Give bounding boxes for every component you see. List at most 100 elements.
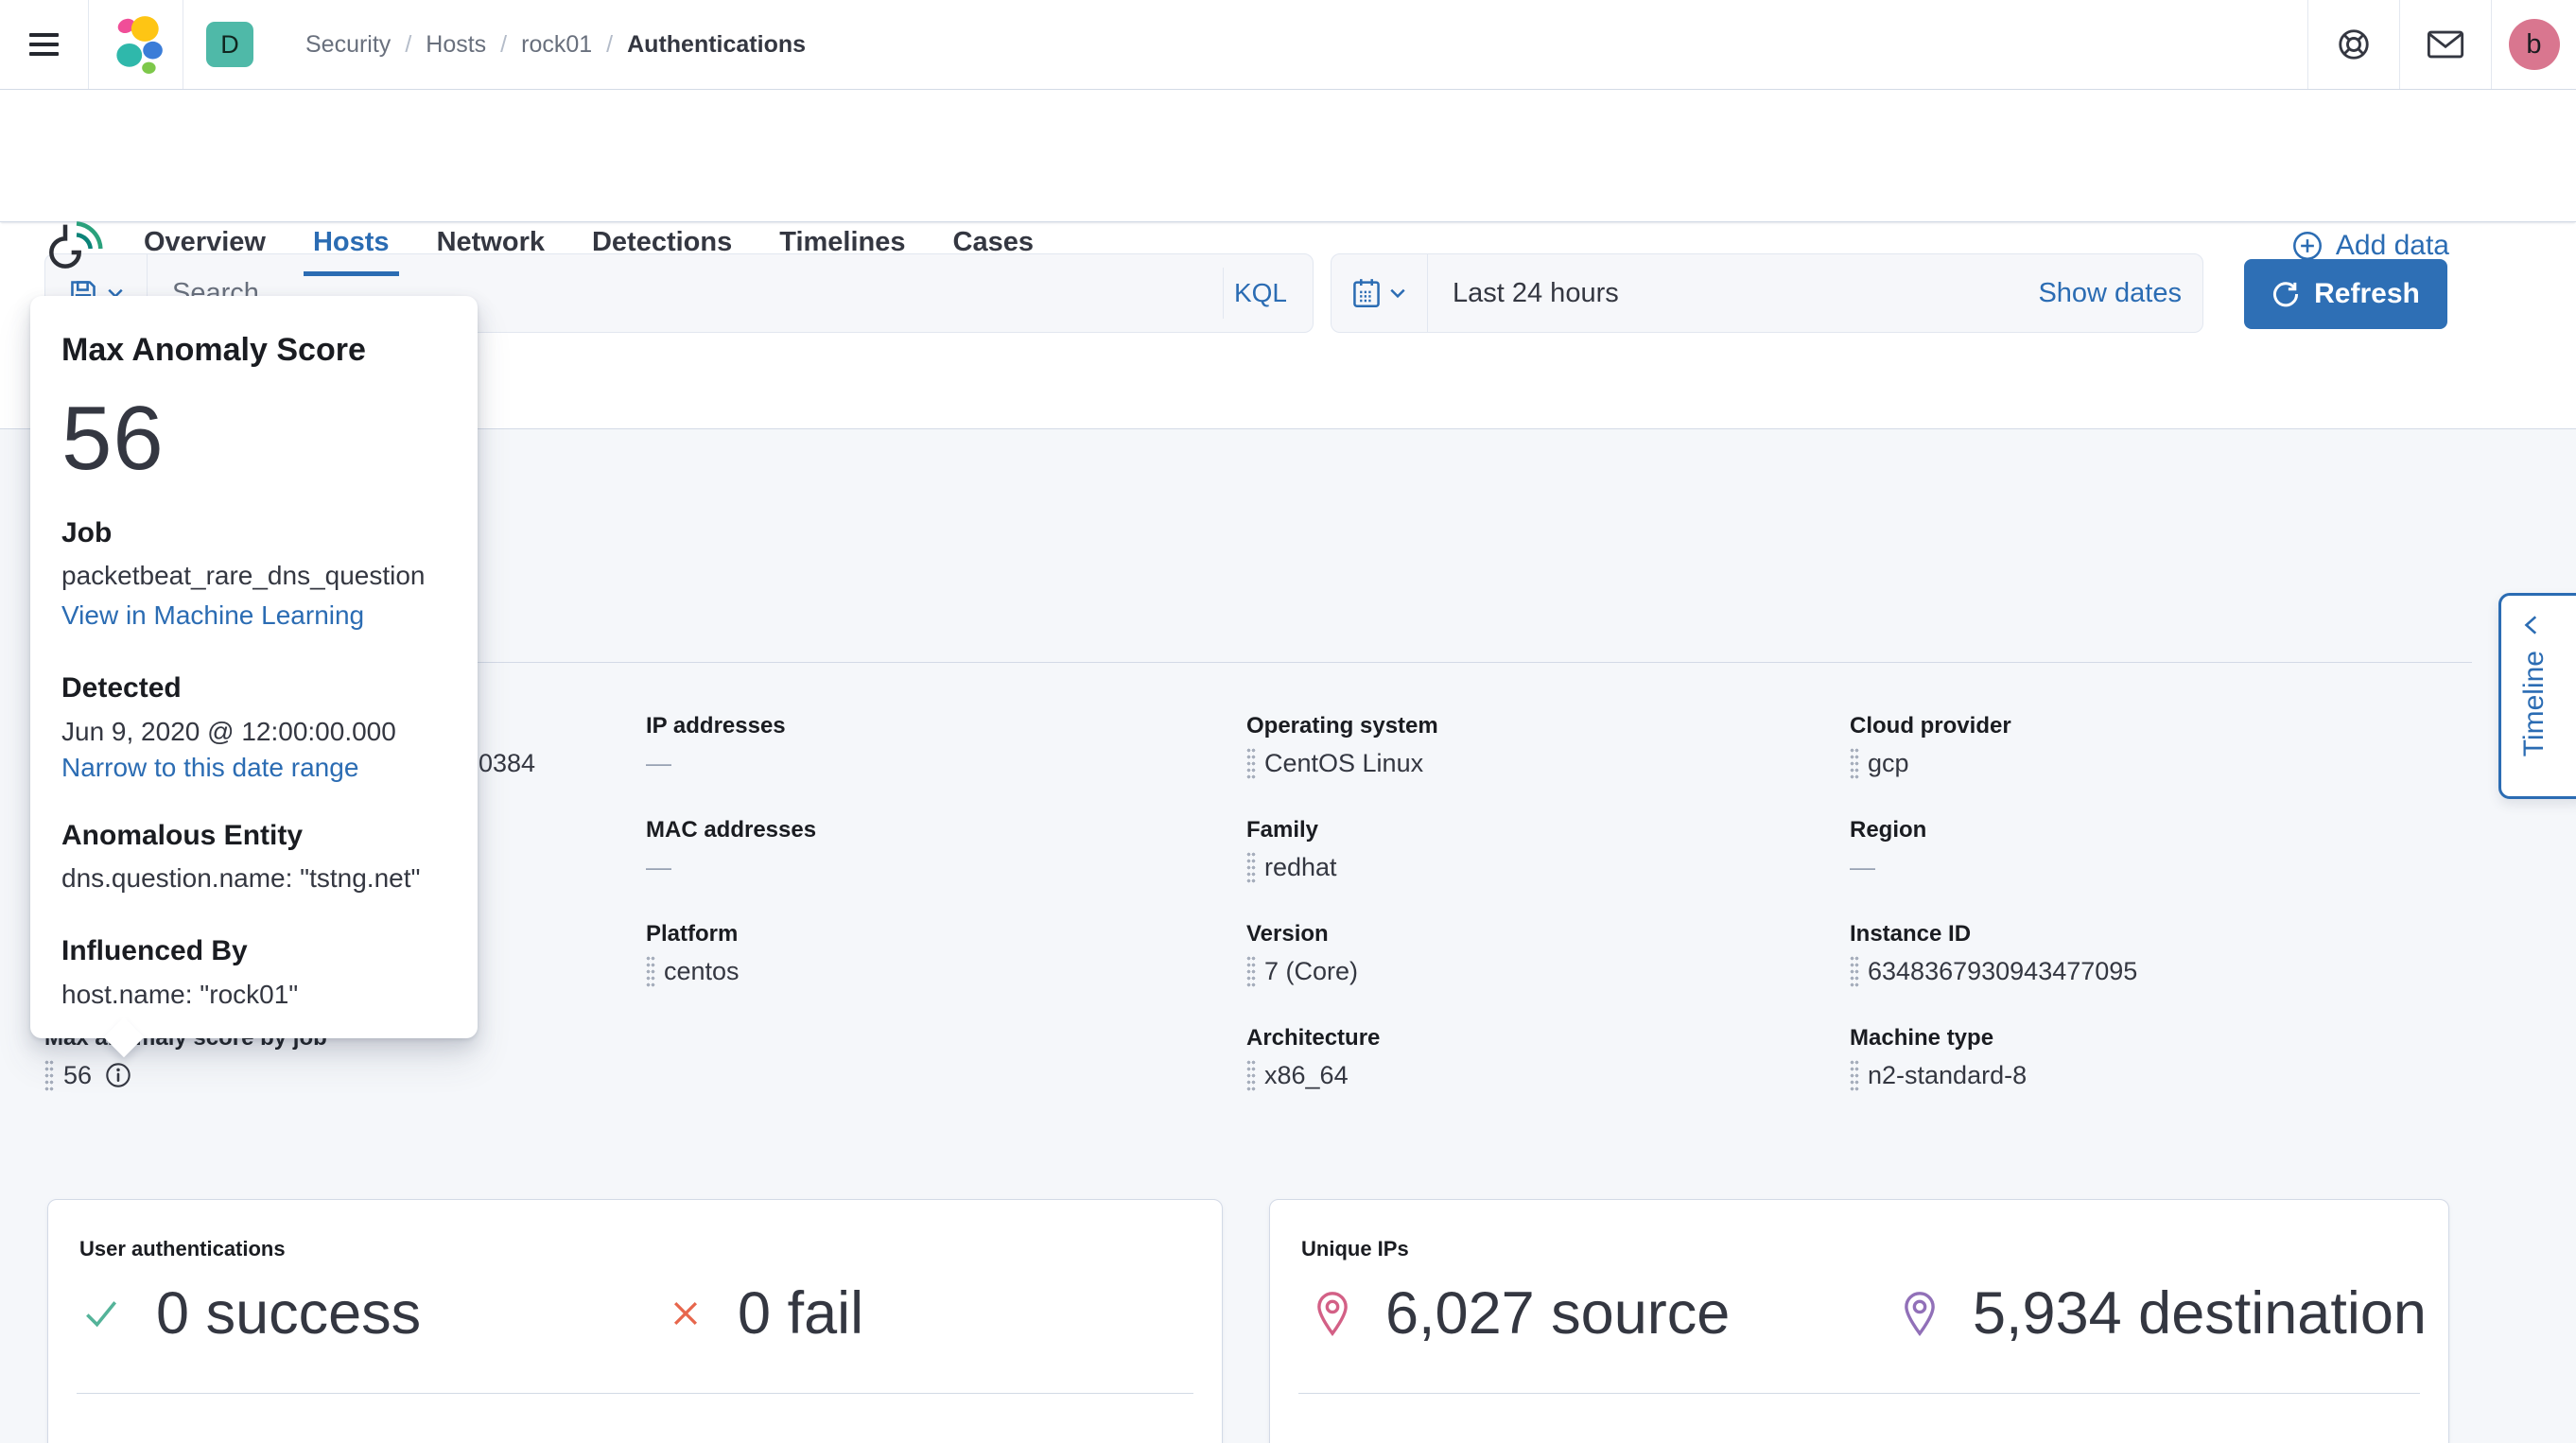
breadcrumb-authentications: Authentications xyxy=(627,30,807,58)
drag-handle-icon[interactable] xyxy=(44,1059,54,1091)
app-navbar: Overview Hosts Network Detections Timeli… xyxy=(0,90,2576,276)
info-icon[interactable] xyxy=(105,1062,131,1088)
drag-handle-icon[interactable] xyxy=(1246,851,1256,883)
field-mac-addresses: MAC addresses — xyxy=(646,817,817,881)
mail-icon xyxy=(2427,30,2464,59)
check-icon xyxy=(86,1301,117,1328)
add-data-label: Add data xyxy=(2335,230,2449,261)
space-avatar: D xyxy=(206,22,253,67)
breadcrumb-rock01[interactable]: rock01 xyxy=(521,31,592,59)
add-data-button[interactable]: Add data xyxy=(2292,230,2449,262)
drag-handle-icon[interactable] xyxy=(646,955,655,987)
popover-score: 56 xyxy=(61,388,165,489)
menu-button[interactable] xyxy=(0,0,88,89)
breadcrumb-separator: / xyxy=(606,30,614,58)
tab-cases[interactable]: Cases xyxy=(944,227,1043,276)
field-platform: Platform centos xyxy=(646,921,740,987)
help-button[interactable] xyxy=(2308,0,2399,89)
timeline-flyout-button[interactable]: Timeline xyxy=(2498,593,2576,799)
elastic-logo-icon xyxy=(115,16,163,74)
elastic-home-button[interactable] xyxy=(89,0,183,89)
source-pin-icon xyxy=(1317,1292,1348,1336)
unique-source-ips-stat: 6,027 source xyxy=(1314,1280,1730,1347)
field-region: Region — xyxy=(1850,817,1927,881)
card-divider xyxy=(77,1393,1193,1394)
refresh-button[interactable]: Refresh xyxy=(2244,259,2447,329)
drag-handle-icon[interactable] xyxy=(1850,1059,1859,1091)
help-icon xyxy=(2339,29,2369,60)
kql-language-button[interactable]: KQL xyxy=(1234,254,1287,332)
job-heading: Job xyxy=(61,517,113,548)
refresh-icon xyxy=(2273,282,2299,307)
detected-heading: Detected xyxy=(61,672,182,704)
tab-network[interactable]: Network xyxy=(427,227,554,276)
popover-title: Max Anomaly Score xyxy=(61,332,366,368)
field-instance-id: Instance ID 6348367930943477095 xyxy=(1850,921,2138,987)
drag-handle-icon[interactable] xyxy=(1850,747,1859,779)
cross-icon xyxy=(673,1301,698,1326)
anomaly-score-text: 56 xyxy=(63,1061,93,1089)
destination-pin-icon xyxy=(1905,1292,1935,1336)
chevron-left-icon xyxy=(2524,616,2537,635)
influenced-by-heading: Influenced By xyxy=(61,935,248,966)
job-value: packetbeat_rare_dns_question xyxy=(61,561,426,590)
auth-success-stat: 0 success xyxy=(80,1280,421,1347)
field-machine-type: Machine type n2-standard-8 xyxy=(1850,1025,2028,1091)
drag-handle-icon[interactable] xyxy=(1850,955,1859,987)
field-ip-addresses: IP addresses — xyxy=(646,713,786,777)
breadcrumb: Security / Hosts / rock01 / Authenticati… xyxy=(305,31,806,59)
max-anomaly-score-value: 56 xyxy=(44,1058,131,1092)
influenced-by-value: host.name: "rock01" xyxy=(61,980,299,1009)
card-title: Unique IPs xyxy=(1301,1237,1409,1260)
plus-circle-icon xyxy=(2292,232,2322,260)
field-operating-system: Operating system CentOS Linux xyxy=(1246,713,1438,779)
section-tabs: Overview Hosts Network Detections Timeli… xyxy=(134,227,1043,276)
breadcrumb-separator: / xyxy=(500,30,508,58)
timeline-label: Timeline xyxy=(2518,651,2550,757)
top-chrome-bar: D Security / Hosts / rock01 / Authentica… xyxy=(0,0,2576,90)
divider xyxy=(1223,268,1224,319)
user-avatar: b xyxy=(2508,19,2560,70)
field-cloud-provider: Cloud provider gcp xyxy=(1850,713,2011,779)
refresh-label: Refresh xyxy=(2314,278,2420,309)
show-dates-button[interactable]: Show dates xyxy=(2038,278,2182,309)
siem-logo-icon xyxy=(49,221,103,269)
topbar-actions: b xyxy=(2307,0,2576,89)
tab-hosts[interactable]: Hosts xyxy=(303,227,399,276)
unique-ips-card: Unique IPs 6,027 source 5,934 destinatio… xyxy=(1269,1199,2449,1443)
card-divider xyxy=(1298,1393,2420,1394)
date-quick-select-button[interactable] xyxy=(1332,254,1428,332)
card-title: User authentications xyxy=(79,1237,286,1260)
anomalous-entity-value: dns.question.name: "tstng.net" xyxy=(61,863,421,893)
drag-handle-icon[interactable] xyxy=(1246,747,1256,779)
host-id-value-fragment: 0384 xyxy=(479,749,536,777)
narrow-date-range-link[interactable]: Narrow to this date range xyxy=(61,752,455,784)
date-range-value[interactable]: Last 24 hours xyxy=(1453,278,1619,309)
breadcrumb-separator: / xyxy=(405,30,412,58)
newsfeed-button[interactable] xyxy=(2400,0,2491,89)
breadcrumb-security[interactable]: Security xyxy=(305,31,391,59)
drag-handle-icon[interactable] xyxy=(1246,1059,1256,1091)
security-host-authentications-page: D Security / Hosts / rock01 / Authentica… xyxy=(0,0,2576,1443)
breadcrumb-hosts[interactable]: Hosts xyxy=(426,31,486,59)
user-menu-button[interactable]: b xyxy=(2492,0,2576,89)
detected-value: Jun 9, 2020 @ 12:00:00.000 xyxy=(61,717,396,746)
anomalous-entity-heading: Anomalous Entity xyxy=(61,820,304,851)
field-family: Family redhat xyxy=(1246,817,1337,883)
field-version: Version 7 (Core) xyxy=(1246,921,1359,987)
auth-fail-stat: 0 fail xyxy=(668,1280,863,1347)
calendar-icon xyxy=(1353,279,1380,307)
anomaly-score-popover: Max Anomaly Score 56 Job packetbeat_rare… xyxy=(30,296,478,1058)
space-switcher[interactable]: D xyxy=(183,0,276,89)
hamburger-icon xyxy=(29,27,59,61)
view-in-ml-link[interactable]: View in Machine Learning xyxy=(61,600,455,632)
field-architecture: Architecture x86_64 xyxy=(1246,1025,1381,1091)
user-authentications-card: User authentications 0 success 0 fail xyxy=(47,1199,1223,1443)
tab-overview[interactable]: Overview xyxy=(134,227,275,276)
date-picker: Last 24 hours Show dates xyxy=(1331,253,2203,333)
tab-detections[interactable]: Detections xyxy=(583,227,741,276)
drag-handle-icon[interactable] xyxy=(1246,955,1256,987)
chevron-down-icon xyxy=(1390,288,1405,299)
tab-timelines[interactable]: Timelines xyxy=(770,227,914,276)
unique-destination-ips-stat: 5,934 destination xyxy=(1901,1280,2427,1347)
